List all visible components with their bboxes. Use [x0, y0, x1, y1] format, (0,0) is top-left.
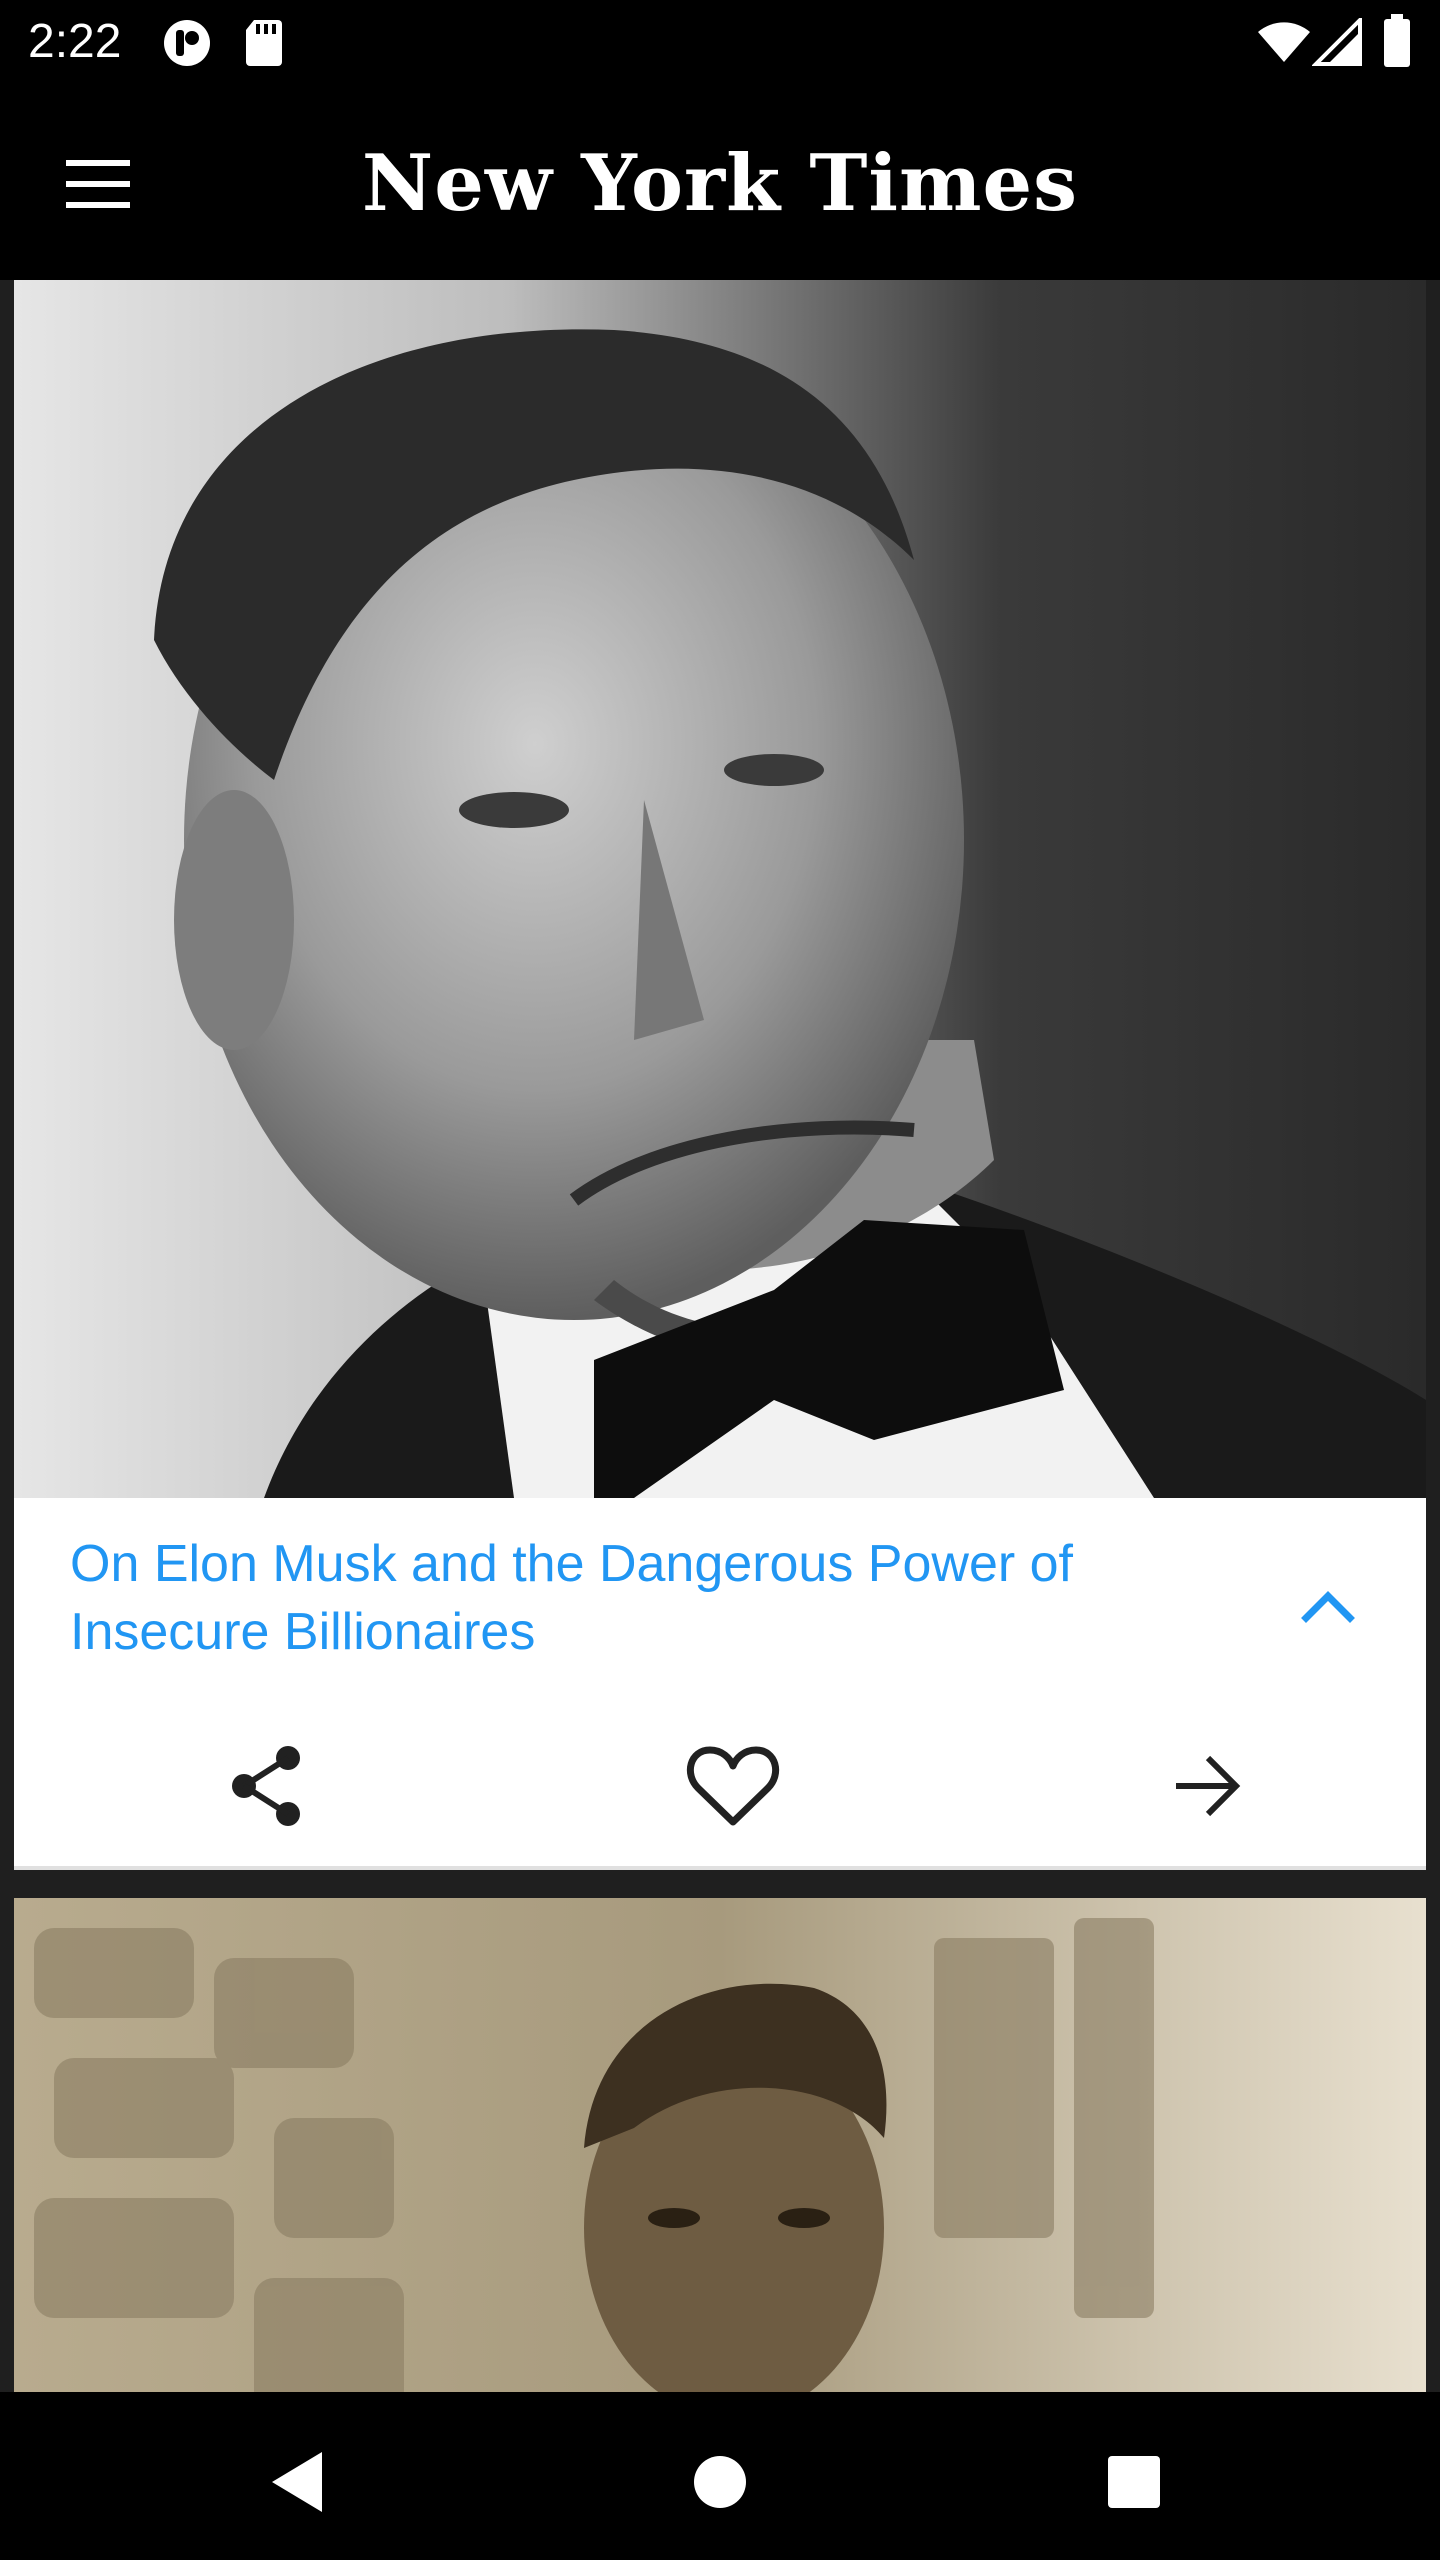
battery-icon [1382, 14, 1412, 73]
home-circle-icon [694, 2456, 746, 2508]
app-title: New York Times [361, 138, 1079, 229]
home-button[interactable] [670, 2432, 770, 2532]
recents-button[interactable] [1084, 2432, 1184, 2532]
article-action-row [14, 1736, 1426, 1836]
chevron-up-icon [1301, 1591, 1355, 1623]
system-nav-bar [0, 2392, 1440, 2560]
back-triangle-icon [272, 2452, 322, 2512]
article-card-body: On Elon Musk and the Dangerous Power of … [14, 1500, 1426, 1870]
collapse-button[interactable] [1278, 1564, 1378, 1644]
article-headline[interactable]: On Elon Musk and the Dangerous Power of … [70, 1530, 1170, 1666]
app-bar: New York Times [0, 84, 1440, 280]
sd-card-icon [244, 18, 284, 71]
back-button[interactable] [250, 2432, 350, 2532]
status-time: 2:22 [28, 15, 122, 68]
open-article-button[interactable] [1150, 1736, 1260, 1836]
heart-icon [686, 1746, 780, 1826]
article-feed[interactable]: On Elon Musk and the Dangerous Power of … [0, 280, 1440, 2392]
favorite-button[interactable] [678, 1736, 788, 1836]
article-card[interactable]: On Elon Musk and the Dangerous Power of … [14, 280, 1426, 1870]
share-button[interactable] [210, 1736, 320, 1836]
status-bar: 2:22 [0, 0, 1440, 84]
app-screen: 2:22 New York Times On Elon Musk and the… [0, 0, 1440, 2560]
share-icon [232, 1746, 300, 1826]
article-image[interactable] [14, 280, 1426, 1498]
arrow-right-icon [1176, 1755, 1241, 1817]
cellular-signal-icon [1311, 15, 1362, 71]
article-card[interactable] [14, 1898, 1426, 2392]
wifi-icon [1256, 18, 1312, 69]
article-image[interactable] [14, 1898, 1426, 2392]
notification-app-icon [162, 18, 212, 73]
recents-square-icon [1108, 2456, 1160, 2508]
